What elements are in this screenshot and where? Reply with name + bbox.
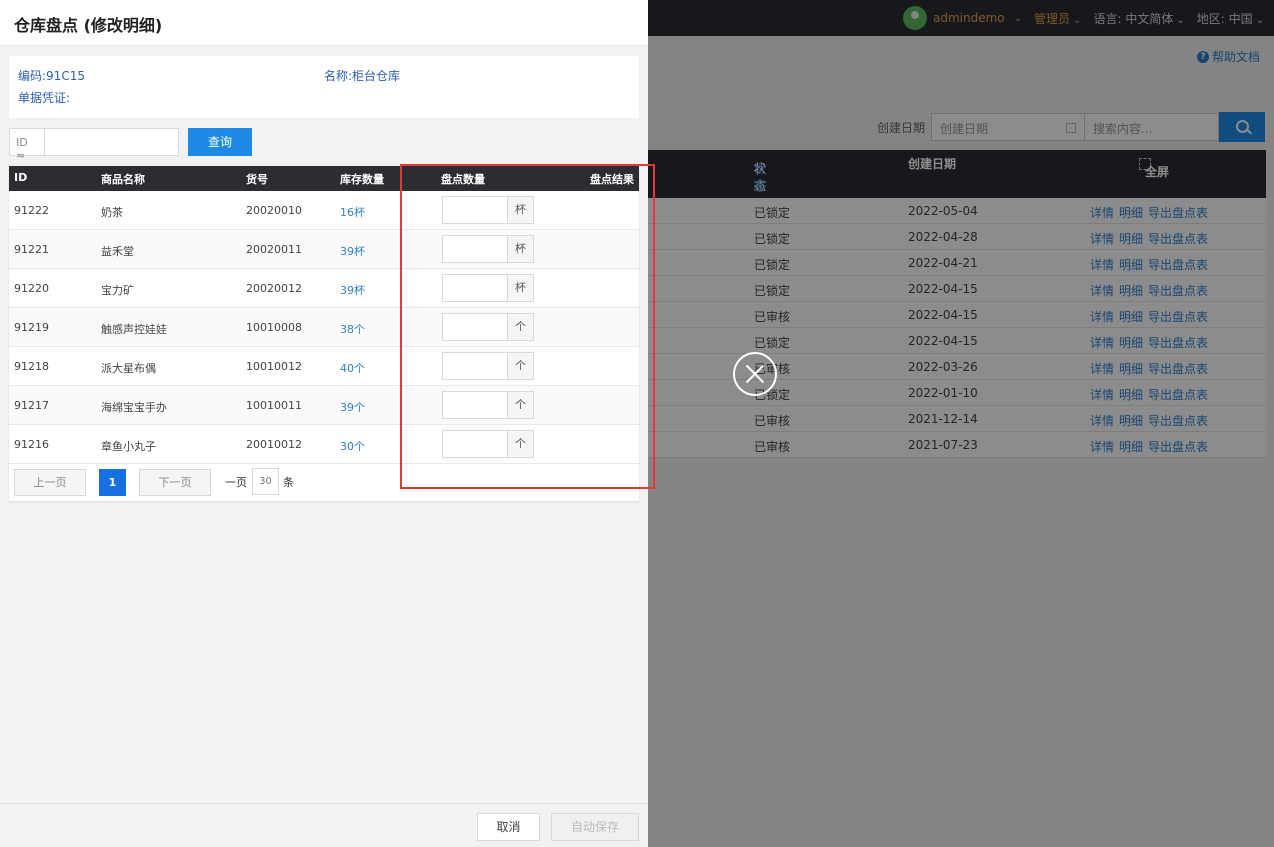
row-product-code: 10010008 <box>246 321 302 334</box>
row-id: 91220 <box>14 282 49 295</box>
table-row: 91222 奶茶 20020010 16杯 杯 <box>9 191 639 230</box>
table-row: 91216 章鱼小丸子 20010012 30个 个 <box>9 425 639 464</box>
drawer-header: 仓库盘点 (修改明细) <box>0 0 648 46</box>
col-result: 盘点结果 <box>590 173 634 186</box>
page-size-label: 一页 <box>225 476 247 489</box>
close-drawer-button[interactable] <box>733 352 777 396</box>
row-id: 91217 <box>14 399 49 412</box>
row-stock-qty[interactable]: 38个 <box>340 321 365 337</box>
prev-page-button[interactable]: 上一页 <box>14 469 86 496</box>
row-product-code: 20020010 <box>246 204 302 217</box>
row-product-code: 20020011 <box>246 243 302 256</box>
row-id: 91219 <box>14 321 49 334</box>
drawer-footer: 取消 自动保存 <box>0 803 648 847</box>
page-size-input[interactable]: 30 <box>252 468 279 495</box>
row-id: 91218 <box>14 360 49 373</box>
count-unit: 杯 <box>508 274 534 302</box>
count-unit: 个 <box>508 313 534 341</box>
query-button[interactable]: 查询 <box>188 128 252 156</box>
table-row: 91220 宝力矿 20020012 39杯 杯 <box>9 269 639 308</box>
col-id: ID <box>14 171 28 184</box>
table-row: 91217 海绵宝宝手办 10010011 39个 个 <box>9 386 639 425</box>
count-field: 个 <box>442 391 534 419</box>
row-stock-qty[interactable]: 40个 <box>340 360 365 376</box>
row-product-code: 10010011 <box>246 399 302 412</box>
doc-voucher: 单据凭证: <box>18 91 71 105</box>
detail-table-header: ID 商品名称 货号 库存数量 盘点数量 盘点结果 <box>9 166 639 191</box>
row-product-code: 10010012 <box>246 360 302 373</box>
count-unit: 个 <box>508 430 534 458</box>
row-stock-qty[interactable]: 39个 <box>340 399 365 415</box>
row-id: 91216 <box>14 438 49 451</box>
row-stock-qty[interactable]: 30个 <box>340 438 365 454</box>
count-unit: 杯 <box>508 196 534 224</box>
next-page-button[interactable]: 下一页 <box>139 469 211 496</box>
pagination: 上一页 1 下一页 一页 30 条 <box>9 464 639 501</box>
current-page[interactable]: 1 <box>99 469 126 496</box>
count-field: 个 <box>442 313 534 341</box>
auto-save-button[interactable]: 自动保存 <box>551 813 639 841</box>
row-product-name: 奶茶 <box>101 206 123 219</box>
row-product-name: 宝力矿 <box>101 284 134 297</box>
id-filter-label: ID ≈ <box>9 128 45 162</box>
document-info: 编码:91C15 名称:柜台仓库 单据凭证: <box>9 56 639 118</box>
row-id: 91222 <box>14 204 49 217</box>
row-product-code: 20010012 <box>246 438 302 451</box>
count-input[interactable] <box>442 274 508 302</box>
count-field: 杯 <box>442 235 534 263</box>
query-bar: ID ≈ 查询 <box>9 128 252 162</box>
count-unit: 个 <box>508 391 534 419</box>
count-field: 杯 <box>442 196 534 224</box>
count-field: 杯 <box>442 274 534 302</box>
count-input[interactable] <box>442 235 508 263</box>
id-filter-input[interactable] <box>45 128 179 156</box>
row-product-name: 触感声控娃娃 <box>101 323 167 336</box>
inventory-drawer: 仓库盘点 (修改明细) 编码:91C15 名称:柜台仓库 单据凭证: ID ≈ … <box>0 0 648 847</box>
count-field: 个 <box>442 352 534 380</box>
detail-table: ID 商品名称 货号 库存数量 盘点数量 盘点结果 91222 奶茶 2002001… <box>9 166 639 501</box>
col-code: 货号 <box>246 173 268 186</box>
col-name: 商品名称 <box>101 173 145 186</box>
row-product-name: 海绵宝宝手办 <box>101 401 167 414</box>
table-row: 91219 触感声控娃娃 10010008 38个 个 <box>9 308 639 347</box>
count-input[interactable] <box>442 391 508 419</box>
row-stock-qty[interactable]: 39杯 <box>340 282 365 298</box>
col-stock: 库存数量 <box>340 173 384 186</box>
row-stock-qty[interactable]: 16杯 <box>340 204 365 220</box>
doc-name: 名称:柜台仓库 <box>324 69 401 83</box>
count-input[interactable] <box>442 352 508 380</box>
count-input[interactable] <box>442 313 508 341</box>
row-product-name: 益禾堂 <box>101 245 134 258</box>
doc-code: 编码:91C15 <box>18 69 85 83</box>
row-id: 91221 <box>14 243 49 256</box>
count-unit: 杯 <box>508 235 534 263</box>
row-stock-qty[interactable]: 39杯 <box>340 243 365 259</box>
row-product-name: 章鱼小丸子 <box>101 440 156 453</box>
table-row: 91218 派大星布偶 10010012 40个 个 <box>9 347 639 386</box>
cancel-button[interactable]: 取消 <box>477 813 540 841</box>
drawer-title: 仓库盘点 (修改明细) <box>14 16 163 35</box>
row-product-code: 20020012 <box>246 282 302 295</box>
count-input[interactable] <box>442 430 508 458</box>
count-field: 个 <box>442 430 534 458</box>
count-unit: 个 <box>508 352 534 380</box>
table-row: 91221 益禾堂 20020011 39杯 杯 <box>9 230 639 269</box>
count-input[interactable] <box>442 196 508 224</box>
row-product-name: 派大星布偶 <box>101 362 156 375</box>
page-size-unit: 条 <box>283 476 294 489</box>
col-count: 盘点数量 <box>441 173 485 186</box>
